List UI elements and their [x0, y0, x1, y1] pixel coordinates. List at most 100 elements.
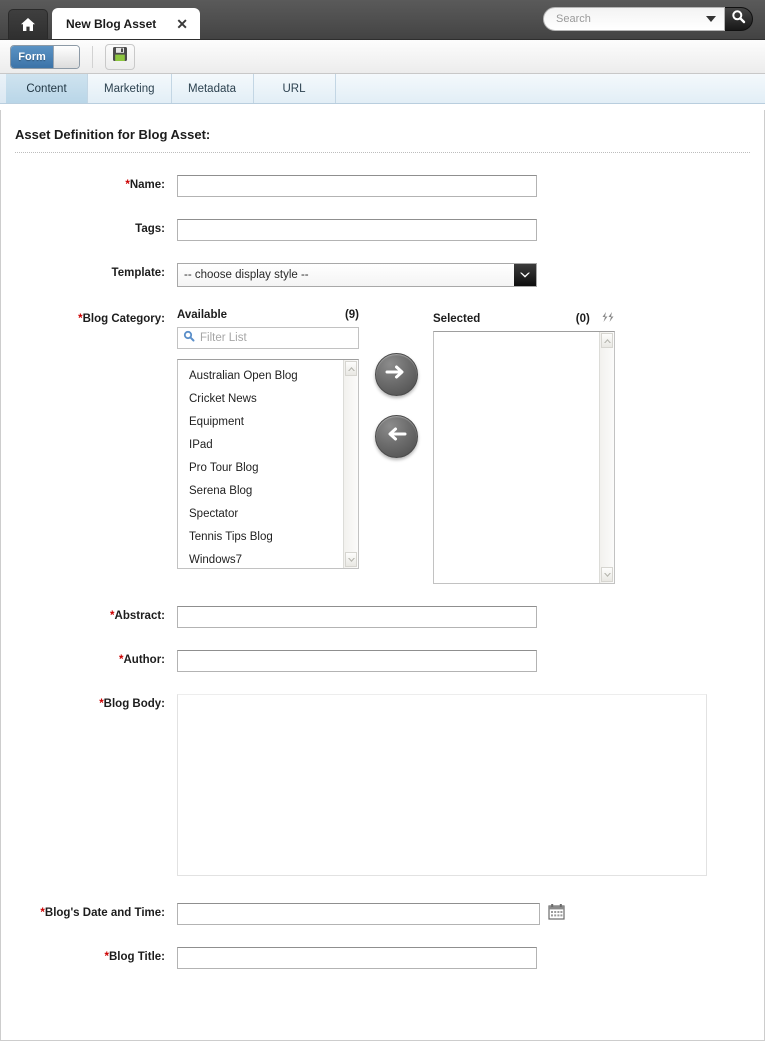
tab-url[interactable]: URL	[253, 74, 336, 103]
window-titlebar: New Blog Asset ✕ Search	[0, 0, 765, 40]
selected-column: Selected (0)	[433, 309, 615, 584]
blog-title-label-text: Blog Title:	[108, 951, 165, 963]
list-item[interactable]: Cricket News	[178, 389, 343, 412]
filter-placeholder: Filter List	[200, 332, 247, 344]
search-icon	[183, 329, 195, 347]
author-label: *Author:	[15, 650, 177, 666]
search-bar: Search	[543, 7, 753, 31]
available-header: Available (9)	[177, 309, 359, 327]
list-item[interactable]: Tennis Tips Blog	[178, 527, 343, 550]
author-input[interactable]	[177, 650, 537, 672]
selected-listbox[interactable]	[433, 331, 615, 584]
form-mode-toggle[interactable]: Form	[10, 44, 80, 69]
blog-date-label: *Blog's Date and Time:	[15, 903, 177, 919]
field-row-name: *Name:	[15, 175, 750, 197]
abstract-label: *Abstract:	[15, 606, 177, 622]
form-page: Asset Definition for Blog Asset: *Name: …	[0, 110, 765, 1041]
available-listbox[interactable]: Australian Open Blog Cricket News Equipm…	[177, 359, 359, 569]
toggle-knob[interactable]	[53, 45, 79, 68]
available-items: Australian Open Blog Cricket News Equipm…	[178, 360, 343, 568]
save-button[interactable]	[105, 43, 135, 70]
calendar-icon[interactable]	[548, 903, 565, 925]
form-toolbar: Form	[0, 40, 765, 74]
list-item[interactable]: Spectator	[178, 504, 343, 527]
name-label-text: Name:	[129, 179, 165, 191]
abstract-label-text: Abstract:	[114, 610, 165, 622]
list-item[interactable]: Pro Tour Blog	[178, 458, 343, 481]
transfer-buttons	[359, 309, 433, 477]
blog-category-label: *Blog Category:	[15, 309, 177, 325]
document-tab[interactable]: New Blog Asset ✕	[52, 8, 200, 39]
list-item[interactable]: Windows7	[178, 550, 343, 568]
blog-category-label-text: Blog Category:	[82, 313, 165, 325]
blog-title-input[interactable]	[177, 947, 537, 969]
add-to-selected-button[interactable]	[374, 353, 418, 396]
section-tabs: Content Marketing Metadata URL	[0, 74, 765, 104]
field-row-blog-title: *Blog Title:	[15, 947, 750, 969]
field-row-blog-category: *Blog Category: Available (9) Filter Lis…	[15, 309, 750, 584]
blog-body-label-text: Blog Body:	[103, 698, 165, 710]
list-item[interactable]: Equipment	[178, 412, 343, 435]
blog-body-textarea[interactable]	[177, 694, 707, 876]
selected-count: (0)	[575, 313, 590, 325]
blog-date-input[interactable]	[177, 903, 540, 925]
search-input[interactable]: Search	[543, 7, 725, 31]
list-item[interactable]: Australian Open Blog	[178, 366, 343, 389]
field-row-template: Template: -- choose display style --	[15, 263, 750, 287]
list-item[interactable]: IPad	[178, 435, 343, 458]
tags-input[interactable]	[177, 219, 537, 241]
abstract-input[interactable]	[177, 606, 537, 628]
tabs-filler	[335, 74, 765, 103]
list-item[interactable]: Serena Blog	[178, 481, 343, 504]
name-input[interactable]	[177, 175, 537, 197]
search-placeholder: Search	[556, 13, 591, 25]
page-title: Asset Definition for Blog Asset:	[15, 127, 211, 142]
author-label-text: Author:	[123, 654, 165, 666]
floppy-disk-save-icon	[112, 46, 128, 67]
available-title: Available	[177, 309, 228, 321]
blog-date-label-text: Blog's Date and Time:	[44, 907, 165, 919]
selected-header-right: (0)	[576, 309, 615, 325]
name-label: *Name:	[15, 175, 177, 191]
template-selected-value: -- choose display style --	[184, 269, 309, 281]
close-icon[interactable]: ✕	[162, 17, 190, 31]
arrow-right-icon	[385, 363, 407, 386]
chevron-down-icon[interactable]	[514, 264, 536, 286]
available-count: (9)	[344, 309, 359, 321]
home-icon	[20, 17, 36, 32]
field-row-blog-date: *Blog's Date and Time:	[15, 903, 750, 925]
available-scrollbar[interactable]	[343, 360, 358, 568]
search-button[interactable]	[725, 7, 753, 31]
home-tab-button[interactable]	[8, 9, 48, 39]
tab-metadata[interactable]: Metadata	[171, 74, 254, 103]
field-row-blog-body: *Blog Body:	[15, 694, 750, 881]
form-toggle-label: Form	[11, 45, 53, 68]
field-row-abstract: *Abstract:	[15, 606, 750, 628]
section-divider	[15, 152, 750, 153]
chevron-down-icon[interactable]	[706, 16, 716, 22]
refresh-swap-icon[interactable]	[601, 312, 615, 327]
scroll-down-icon[interactable]	[345, 552, 357, 567]
selected-title: Selected	[433, 313, 481, 325]
tab-content[interactable]: Content	[6, 74, 88, 103]
template-label: Template:	[111, 267, 165, 279]
field-row-tags: Tags:	[15, 219, 750, 241]
scroll-down-icon[interactable]	[601, 567, 613, 582]
dual-list-picker: Available (9) Filter List Australian Ope…	[177, 309, 750, 584]
remove-from-selected-button[interactable]	[374, 415, 418, 458]
filter-list-input[interactable]: Filter List	[177, 327, 359, 349]
available-column: Available (9) Filter List Australian Ope…	[177, 309, 359, 569]
blog-title-label: *Blog Title:	[15, 947, 177, 963]
toolbar-divider	[92, 45, 93, 68]
tab-marketing[interactable]: Marketing	[88, 74, 172, 103]
selected-header: Selected (0)	[433, 309, 615, 331]
blog-body-label: *Blog Body:	[15, 694, 177, 710]
scroll-up-icon[interactable]	[345, 361, 357, 376]
scroll-up-icon[interactable]	[601, 333, 613, 348]
selected-items	[434, 332, 599, 583]
tags-label: Tags:	[135, 223, 165, 235]
document-tab-label: New Blog Asset	[66, 16, 157, 31]
template-select[interactable]: -- choose display style --	[177, 263, 537, 287]
selected-scrollbar[interactable]	[599, 332, 614, 583]
arrow-left-icon	[385, 425, 407, 448]
